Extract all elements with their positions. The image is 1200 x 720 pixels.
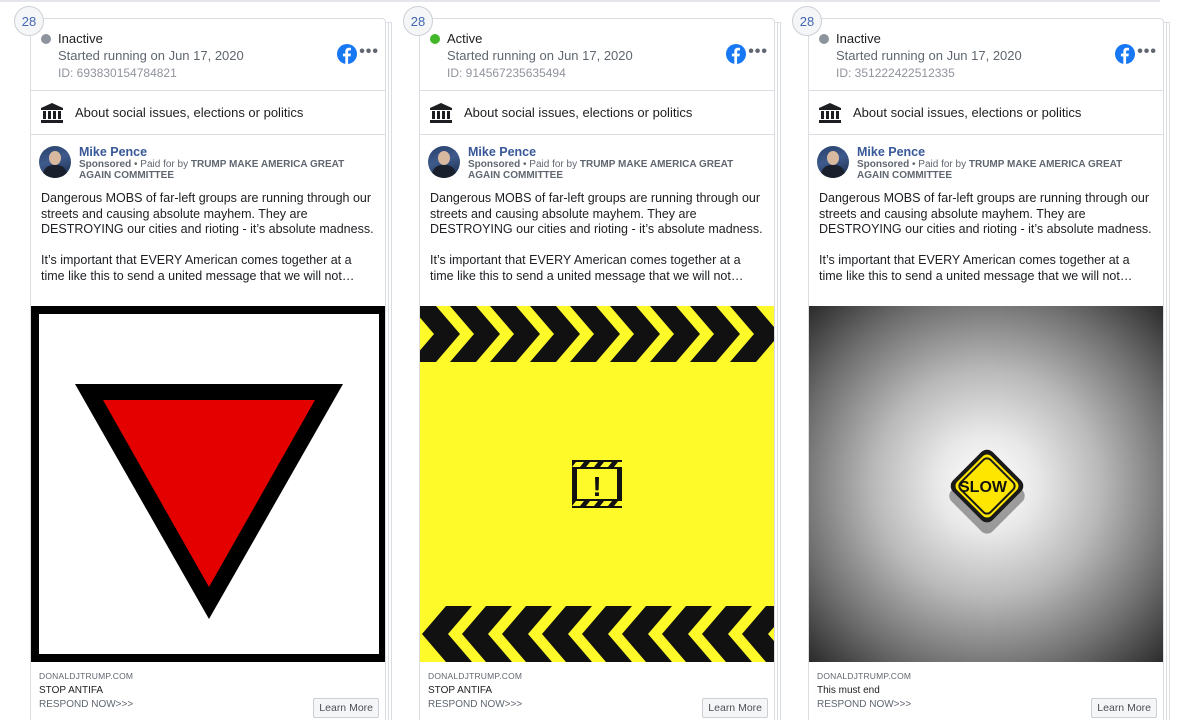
link-domain: DONALDJTRUMP.COM xyxy=(817,671,912,681)
paid-for-prefix: • Paid for by xyxy=(520,159,580,170)
sponsored-label: Sponsored xyxy=(79,159,132,170)
inverted-triangle-icon xyxy=(75,384,343,619)
sponsored-line: Sponsored • Paid for by TRUMP MAKE AMERI… xyxy=(857,159,1153,181)
sponsored-line: Sponsored • Paid for by TRUMP MAKE AMERI… xyxy=(79,159,375,181)
ad-text: Dangerous MOBS of far-left groups are ru… xyxy=(430,191,763,283)
more-options-button[interactable]: ••• xyxy=(359,43,379,61)
facebook-icon xyxy=(726,44,746,69)
facebook-icon xyxy=(1115,44,1135,69)
ad-count-badge[interactable]: 28 xyxy=(792,6,822,36)
link-headline: STOP ANTIFA xyxy=(428,685,493,696)
link-domain: DONALDJTRUMP.COM xyxy=(39,671,134,681)
sponsored-label: Sponsored xyxy=(468,159,521,170)
ad-card-column-2: 28 Active Started running on Jun 17, 202… xyxy=(403,6,781,720)
status: Inactive xyxy=(819,31,881,46)
ad-image-red-triangle[interactable] xyxy=(31,306,385,662)
ad-call-to-action: DONALDJTRUMP.COM This must end RESPOND N… xyxy=(809,662,1163,720)
ad-card-header: Inactive Started running on Jun 17, 2020… xyxy=(31,19,385,91)
ad-card-column-1: 28 Inactive Started running on Jun 17, 2… xyxy=(14,6,392,720)
link-headline: STOP ANTIFA xyxy=(39,685,104,696)
page-name-link[interactable]: Mike Pence xyxy=(79,145,375,159)
learn-more-button[interactable]: Learn More xyxy=(313,698,379,718)
status-label: Inactive xyxy=(58,31,103,46)
more-options-button[interactable]: ••• xyxy=(1137,43,1157,61)
started-running-text: Started running on Jun 17, 2020 xyxy=(836,48,1022,63)
ad-card: Inactive Started running on Jun 17, 2020… xyxy=(30,18,386,720)
ad-card: Inactive Started running on Jun 17, 2020… xyxy=(808,18,1164,720)
ad-card-header: Active Started running on Jun 17, 2020 I… xyxy=(420,19,774,91)
about-label: About social issues, elections or politi… xyxy=(75,105,304,120)
paid-for-prefix: • Paid for by xyxy=(909,159,969,170)
status: Inactive xyxy=(41,31,103,46)
sponsored-line: Sponsored • Paid for by TRUMP MAKE AMERI… xyxy=(468,159,764,181)
status: Active xyxy=(430,31,482,46)
hazard-stripes-graphic: ! xyxy=(420,306,774,662)
government-building-icon xyxy=(430,102,452,123)
ad-call-to-action: DONALDJTRUMP.COM STOP ANTIFA RESPOND NOW… xyxy=(31,662,385,720)
learn-more-button[interactable]: Learn More xyxy=(1091,698,1157,718)
sponsored-label: Sponsored xyxy=(857,159,910,170)
more-options-button[interactable]: ••• xyxy=(748,43,768,61)
link-headline: This must end xyxy=(817,685,880,696)
status-dot xyxy=(819,33,829,44)
slow-sign-text: SLOW xyxy=(959,479,1008,496)
link-domain: DONALDJTRUMP.COM xyxy=(428,671,523,681)
status-dot xyxy=(430,33,440,44)
ad-image-hazard-warning[interactable]: ! xyxy=(420,306,774,662)
status-label: Active xyxy=(447,31,483,46)
ad-count-badge[interactable]: 28 xyxy=(14,6,44,36)
avatar[interactable] xyxy=(428,146,460,178)
ad-text: Dangerous MOBS of far-left groups are ru… xyxy=(41,191,374,283)
ad-text: Dangerous MOBS of far-left groups are ru… xyxy=(819,191,1152,283)
about-label: About social issues, elections or politi… xyxy=(853,105,1082,120)
exclamation-icon: ! xyxy=(592,471,601,502)
page-name-link[interactable]: Mike Pence xyxy=(857,145,1153,159)
avatar[interactable] xyxy=(817,146,849,178)
status-dot xyxy=(41,33,51,44)
ad-count-badge[interactable]: 28 xyxy=(403,6,433,36)
government-building-icon xyxy=(819,102,841,123)
top-divider xyxy=(0,0,1160,2)
started-running-text: Started running on Jun 17, 2020 xyxy=(58,48,244,63)
ad-id: ID: 693830154784821 xyxy=(58,66,177,80)
paid-for-prefix: • Paid for by xyxy=(131,159,191,170)
learn-more-button[interactable]: Learn More xyxy=(702,698,768,718)
ad-card: Active Started running on Jun 17, 2020 I… xyxy=(419,18,775,720)
ad-body: Mike Pence Sponsored • Paid for by TRUMP… xyxy=(809,135,1163,299)
ad-id: ID: 914567235635494 xyxy=(447,66,566,80)
about-social-issues[interactable]: About social issues, elections or politi… xyxy=(420,91,774,135)
facebook-icon xyxy=(337,44,357,69)
ad-card-header: Inactive Started running on Jun 17, 2020… xyxy=(809,19,1163,91)
avatar[interactable] xyxy=(39,146,71,178)
slow-sign-graphic: SLOW xyxy=(949,449,1025,534)
about-label: About social issues, elections or politi… xyxy=(464,105,693,120)
about-social-issues[interactable]: About social issues, elections or politi… xyxy=(809,91,1163,135)
ad-body: Mike Pence Sponsored • Paid for by TRUMP… xyxy=(420,135,774,299)
started-running-text: Started running on Jun 17, 2020 xyxy=(447,48,633,63)
ad-image-slow-sign[interactable]: SLOW xyxy=(809,306,1163,662)
government-building-icon xyxy=(41,102,63,123)
status-label: Inactive xyxy=(836,31,881,46)
ad-card-column-3: 28 Inactive Started running on Jun 17, 2… xyxy=(792,6,1170,720)
about-social-issues[interactable]: About social issues, elections or politi… xyxy=(31,91,385,135)
page-name-link[interactable]: Mike Pence xyxy=(468,145,764,159)
ad-id: ID: 351222422512335 xyxy=(836,66,955,80)
ad-call-to-action: DONALDJTRUMP.COM STOP ANTIFA RESPOND NOW… xyxy=(420,662,774,720)
ad-body: Mike Pence Sponsored • Paid for by TRUMP… xyxy=(31,135,385,299)
